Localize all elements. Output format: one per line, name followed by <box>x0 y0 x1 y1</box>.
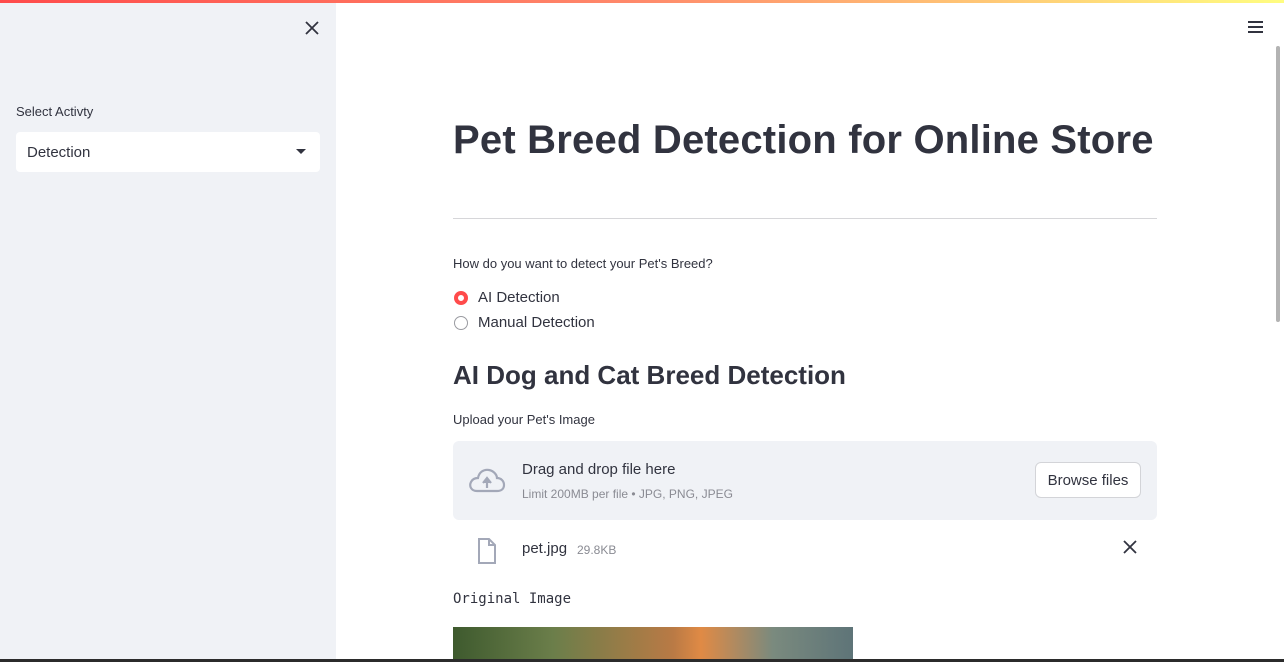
sidebar: Select Activty Detection <box>0 0 336 662</box>
divider <box>453 218 1157 219</box>
pet-image <box>453 627 853 662</box>
detection-method-label: How do you want to detect your Pet's Bre… <box>453 256 713 271</box>
file-icon <box>477 538 497 569</box>
hamburger-menu-icon[interactable] <box>1246 18 1266 36</box>
radio-unselected-icon <box>454 315 468 330</box>
activity-select-value: Detection <box>27 143 91 161</box>
uploaded-file-row: pet.jpg 29.8KB <box>453 536 1157 564</box>
uploaded-file-size: 29.8KB <box>577 543 617 557</box>
dropzone-instructions: Drag and drop file here <box>522 461 676 478</box>
scrollbar[interactable] <box>1276 46 1280 322</box>
radio-label: Manual Detection <box>478 314 595 331</box>
file-dropzone[interactable]: Drag and drop file here Limit 200MB per … <box>453 441 1157 520</box>
radio-manual-detection[interactable]: Manual Detection <box>454 314 595 331</box>
select-activity-label: Select Activty <box>16 104 94 119</box>
section-title: AI Dog and Cat Breed Detection <box>453 360 846 390</box>
image-caption: Original Image <box>453 591 572 607</box>
radio-ai-detection[interactable]: AI Detection <box>454 289 560 306</box>
radio-label: AI Detection <box>478 289 560 306</box>
activity-select[interactable]: Detection <box>16 132 320 172</box>
browse-files-button[interactable]: Browse files <box>1035 462 1141 498</box>
uploaded-file-name: pet.jpg <box>522 540 568 557</box>
top-decoration-bar <box>0 0 1284 3</box>
page-title: Pet Breed Detection for Online Store <box>453 118 1154 162</box>
close-icon[interactable] <box>300 16 324 40</box>
chevron-down-icon <box>296 149 306 154</box>
remove-file-icon[interactable] <box>1123 540 1139 556</box>
upload-label: Upload your Pet's Image <box>453 412 595 427</box>
radio-selected-icon <box>454 290 468 305</box>
dropzone-limits: Limit 200MB per file • JPG, PNG, JPEG <box>522 487 733 501</box>
cloud-upload-icon <box>468 465 506 500</box>
